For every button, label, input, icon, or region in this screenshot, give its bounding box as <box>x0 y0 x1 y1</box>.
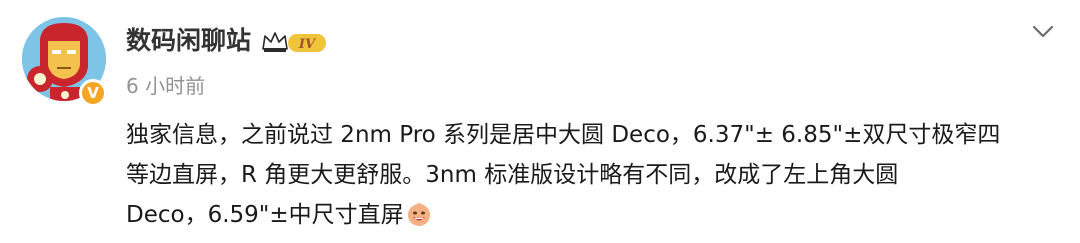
post-text-line: 等边直屏，R 角更大更舒服。3nm 标准版设计略有不同，改成了左上角大圆 <box>126 162 899 188</box>
post-timestamp: 6 小时前 <box>126 74 206 98</box>
level-badge-text: IV <box>298 37 317 52</box>
chevron-down-icon[interactable] <box>1030 20 1056 42</box>
verified-badge-icon: V <box>79 79 107 107</box>
post-text-line: Deco，6.59"±中尺寸直屏 <box>126 195 1056 235</box>
crown-level-badge-icon[interactable]: IV <box>261 29 329 55</box>
post-text-line: 独家信息，之前说过 2nm Pro 系列是居中大圆 Deco，6.37"± 6.… <box>126 122 1001 148</box>
weibo-post-card: V 数码闲聊站 IV 6 小时前 独家信息，之前说过 2nm Pro 系列是居中… <box>0 0 1080 243</box>
post-content: 独家信息，之前说过 2nm Pro 系列是居中大圆 Deco，6.37"± 6.… <box>126 115 1056 235</box>
username[interactable]: 数码闲聊站 <box>126 24 251 58</box>
post-text-line-content: Deco，6.59"±中尺寸直屏 <box>126 202 404 228</box>
grinning-face-emoji-icon <box>407 203 430 226</box>
